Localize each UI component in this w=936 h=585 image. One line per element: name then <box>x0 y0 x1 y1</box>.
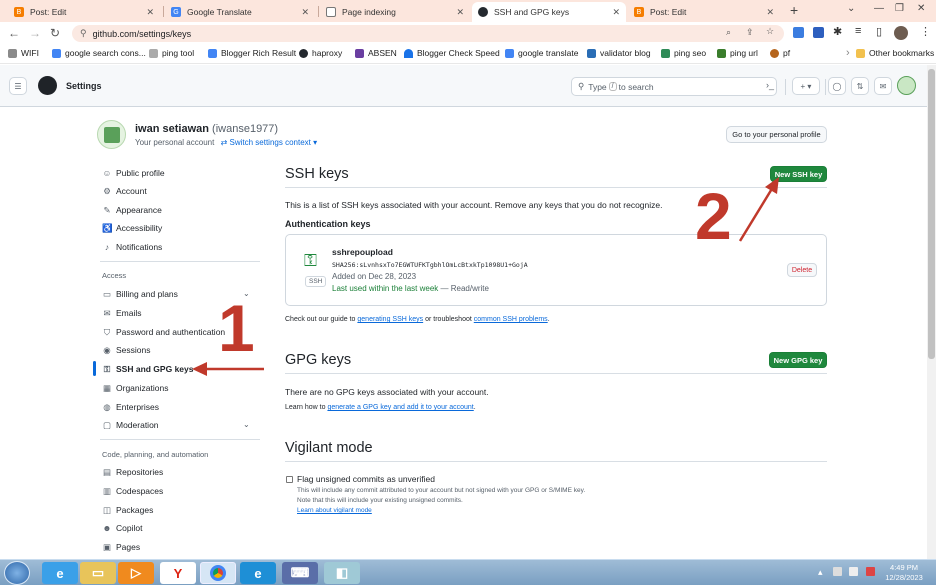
tray-arrow-icon[interactable]: ▴ <box>818 567 823 578</box>
taskbar-yandex-icon[interactable]: Y <box>160 562 196 584</box>
taskbar-explorer-icon[interactable]: ▭ <box>80 562 116 584</box>
tray-network-icon[interactable] <box>833 567 842 576</box>
tray-flag-icon[interactable] <box>866 567 875 576</box>
tray-volume-icon[interactable] <box>849 567 858 576</box>
taskbar-clock[interactable]: 4:49 PM 12/28/2023 <box>884 563 924 583</box>
windows-taskbar: e ▭ ▷ Y e ⌨ ◧ ▴ 4:49 PM 12/28/2023 <box>0 559 936 585</box>
taskbar-app-icon[interactable]: ◧ <box>324 562 360 584</box>
annotation-arrow-2 <box>738 177 779 242</box>
start-button[interactable] <box>4 561 30 585</box>
annotation-arrow-1 <box>192 362 264 376</box>
taskbar-media-icon[interactable]: ▷ <box>118 562 154 584</box>
clock-time: 4:49 PM <box>890 563 918 572</box>
annotation-arrows <box>192 177 779 376</box>
taskbar-ie-icon[interactable]: e <box>42 562 78 584</box>
taskbar-network-icon[interactable]: ⌨ <box>282 562 318 584</box>
clock-date: 12/28/2023 <box>885 573 923 582</box>
taskbar-edge-icon[interactable]: e <box>240 562 276 584</box>
taskbar-chrome-icon[interactable] <box>200 562 236 584</box>
